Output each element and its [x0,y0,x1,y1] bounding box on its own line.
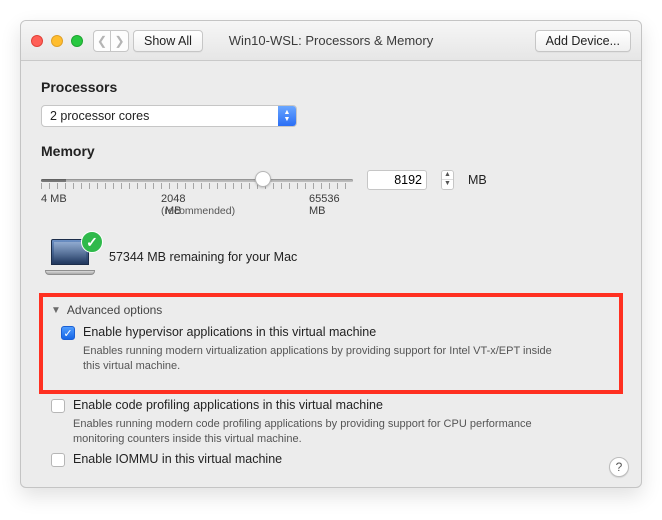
iommu-checkbox[interactable] [51,453,65,467]
slider-knob[interactable] [255,171,271,187]
hypervisor-checkbox[interactable]: ✓ [61,326,75,340]
window-title: Win10-WSL: Processors & Memory [229,33,433,48]
iommu-label: Enable IOMMU in this virtual machine [73,452,282,466]
slider-ticks [41,183,353,189]
forward-button[interactable]: ❯ [111,30,129,52]
memory-remaining-text: 57344 MB remaining for your Mac [109,250,297,264]
processor-cores-select[interactable]: 2 processor cores ▲▼ [41,105,297,127]
disclosure-triangle-icon: ▼ [51,305,61,316]
content-area: Processors 2 processor cores ▲▼ Memory ▲… [21,61,641,487]
iommu-option: Enable IOMMU in this virtual machine [51,452,621,467]
advanced-options-label: Advanced options [67,303,162,317]
memory-remaining-row: ✓ 57344 MB remaining for your Mac [45,239,621,275]
stepper-down-icon: ▼ [442,180,453,189]
memory-slider-row: ▲ ▼ MB [41,169,621,191]
stepper-up-icon: ▲ [442,171,453,180]
nav-arrows: ❮ ❯ [93,30,129,52]
checkmark-badge-icon: ✓ [81,231,103,253]
memory-input[interactable] [367,170,427,190]
memory-slider[interactable] [41,169,353,191]
preferences-window: ❮ ❯ Show All Win10-WSL: Processors & Mem… [20,20,642,488]
add-device-button[interactable]: Add Device... [535,30,631,52]
profiling-label: Enable code profiling applications in th… [73,398,383,412]
processors-heading: Processors [41,79,621,95]
zoom-button[interactable] [71,35,83,47]
memory-max-label: 65536 MB [309,193,353,217]
mac-laptop-icon: ✓ [45,239,95,275]
memory-recommended-caption: (recommended) [161,205,235,217]
slider-scale-labels: 4 MB 2048 MB (recommended) 65536 MB [41,193,353,223]
back-button[interactable]: ❮ [93,30,111,52]
chevron-right-icon: ❯ [114,34,124,48]
hypervisor-option: ✓ Enable hypervisor applications in this… [61,325,611,340]
hypervisor-description: Enables running modern virtualization ap… [83,344,553,374]
memory-heading: Memory [41,143,621,159]
titlebar: ❮ ❯ Show All Win10-WSL: Processors & Mem… [21,21,641,61]
highlight-callout: ▼ Advanced options ✓ Enable hypervisor a… [39,293,623,394]
advanced-options-header[interactable]: ▼ Advanced options [51,303,611,317]
toolbar-left: ❮ ❯ Show All [93,30,203,52]
minimize-button[interactable] [51,35,63,47]
processor-cores-value: 2 processor cores [42,109,149,123]
memory-unit: MB [468,173,487,187]
profiling-checkbox[interactable] [51,399,65,413]
memory-stepper[interactable]: ▲ ▼ [441,170,454,190]
slider-track-line [41,179,353,182]
additional-options: Enable code profiling applications in th… [41,398,621,468]
close-button[interactable] [31,35,43,47]
profiling-description: Enables running modern code profiling ap… [73,417,543,447]
help-button[interactable]: ? [609,457,629,477]
traffic-lights [31,35,83,47]
processors-row: 2 processor cores ▲▼ [41,105,621,127]
select-stepper-icon: ▲▼ [278,106,296,126]
show-all-button[interactable]: Show All [133,30,203,52]
hypervisor-label: Enable hypervisor applications in this v… [83,325,376,339]
chevron-left-icon: ❮ [97,34,107,48]
memory-min-label: 4 MB [41,193,67,205]
profiling-option: Enable code profiling applications in th… [51,398,621,413]
